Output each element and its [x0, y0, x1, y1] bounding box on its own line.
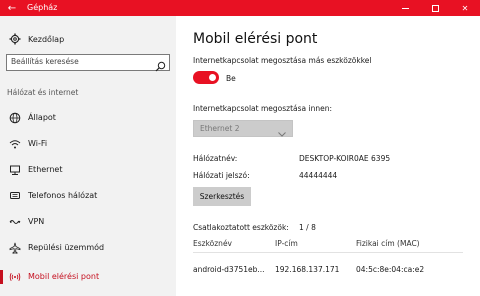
- password-value: 44444444: [299, 171, 338, 180]
- connected-devices-label: Csatlakoztatott eszközök:: [193, 223, 289, 232]
- maximize-button[interactable]: [420, 0, 450, 16]
- connected-devices-count: 1 / 8: [299, 223, 316, 232]
- edit-button[interactable]: Szerkesztés: [193, 187, 251, 206]
- sidebar-item-vpn[interactable]: VPN: [0, 212, 176, 232]
- close-button[interactable]: ✕: [450, 0, 480, 16]
- wifi-icon: [9, 138, 21, 150]
- share-from-label: Internetkapcsolat megosztása innen:: [193, 104, 332, 113]
- sidebar-item-label: VPN: [28, 217, 45, 226]
- minimize-button[interactable]: [390, 0, 420, 16]
- sidebar-item-airplane[interactable]: Repülési üzemmód: [0, 238, 176, 258]
- window-title: Gépház: [27, 3, 58, 12]
- sidebar-item-mobile-hotspot[interactable]: Mobil elérési pont: [0, 267, 176, 287]
- share-from-value: Ethernet 2: [200, 124, 240, 133]
- sidebar-item-label: Állapot: [28, 113, 56, 122]
- sidebar: Kezdőlap Beállítás keresése Hálózat és i…: [0, 16, 176, 296]
- vpn-icon: [9, 216, 21, 228]
- minimize-icon: [401, 7, 409, 9]
- column-header-device-name: Eszköznév: [193, 239, 232, 248]
- sidebar-item-dialup[interactable]: Telefonos hálózat: [0, 186, 176, 206]
- section-title: Hálózat és internet: [7, 88, 79, 97]
- maximize-icon: [431, 4, 439, 12]
- table-divider: [193, 252, 463, 253]
- mac-cell: 04:5c:8e:04:ca:e2: [356, 265, 425, 274]
- sidebar-item-label: Repülési üzemmód: [28, 243, 105, 252]
- share-label: Internetkapcsolat megosztása más eszközö…: [193, 56, 372, 65]
- network-name-value: DESKTOP-KOIR0AE 6395: [299, 154, 391, 163]
- back-button[interactable]: ←: [0, 0, 24, 16]
- sidebar-item-ethernet[interactable]: Ethernet: [0, 160, 176, 180]
- search-placeholder: Beállítás keresése: [11, 57, 79, 66]
- main-content: Mobil elérési pont Internetkapcsolat meg…: [176, 16, 480, 296]
- globe-icon: [9, 112, 21, 124]
- gear-icon: [9, 33, 21, 45]
- ethernet-icon: [9, 164, 21, 176]
- sidebar-item-label: Wi-Fi: [28, 139, 48, 148]
- column-header-mac: Fizikai cím (MAC): [356, 239, 420, 248]
- sidebar-item-label: Mobil elérési pont: [28, 272, 100, 281]
- sidebar-item-status[interactable]: Állapot: [0, 108, 176, 128]
- sidebar-item-wifi[interactable]: Wi-Fi: [0, 134, 176, 154]
- network-name-label: Hálózatnév:: [193, 154, 238, 163]
- password-label: Hálózati jelszó:: [193, 171, 250, 180]
- hotspot-toggle[interactable]: [193, 71, 219, 84]
- ip-cell: 192.168.137.171: [275, 265, 340, 274]
- sidebar-item-label: Kezdőlap: [28, 34, 65, 44]
- chevron-down-icon: [277, 124, 287, 137]
- sidebar-item-label: Telefonos hálózat: [28, 191, 98, 200]
- toggle-knob: [209, 74, 216, 81]
- toggle-state-label: Be: [226, 74, 236, 83]
- share-from-select[interactable]: Ethernet 2: [193, 120, 293, 137]
- hotspot-icon: [9, 271, 21, 283]
- title-bar: ← Gépház ✕: [0, 0, 480, 16]
- sidebar-item-home[interactable]: Kezdőlap: [0, 30, 176, 48]
- back-arrow-icon: ←: [7, 2, 17, 14]
- phone-icon: [9, 190, 21, 202]
- device-name-cell: android-d3751eb...: [193, 265, 265, 274]
- sidebar-item-label: Ethernet: [28, 165, 63, 174]
- airplane-icon: [9, 242, 21, 254]
- active-indicator: [0, 270, 3, 284]
- page-title: Mobil elérési pont: [193, 31, 318, 47]
- close-icon: ✕: [461, 3, 469, 13]
- column-header-ip: IP-cím: [275, 239, 298, 248]
- search-icon: [155, 57, 166, 72]
- search-input[interactable]: Beállítás keresése: [6, 54, 170, 72]
